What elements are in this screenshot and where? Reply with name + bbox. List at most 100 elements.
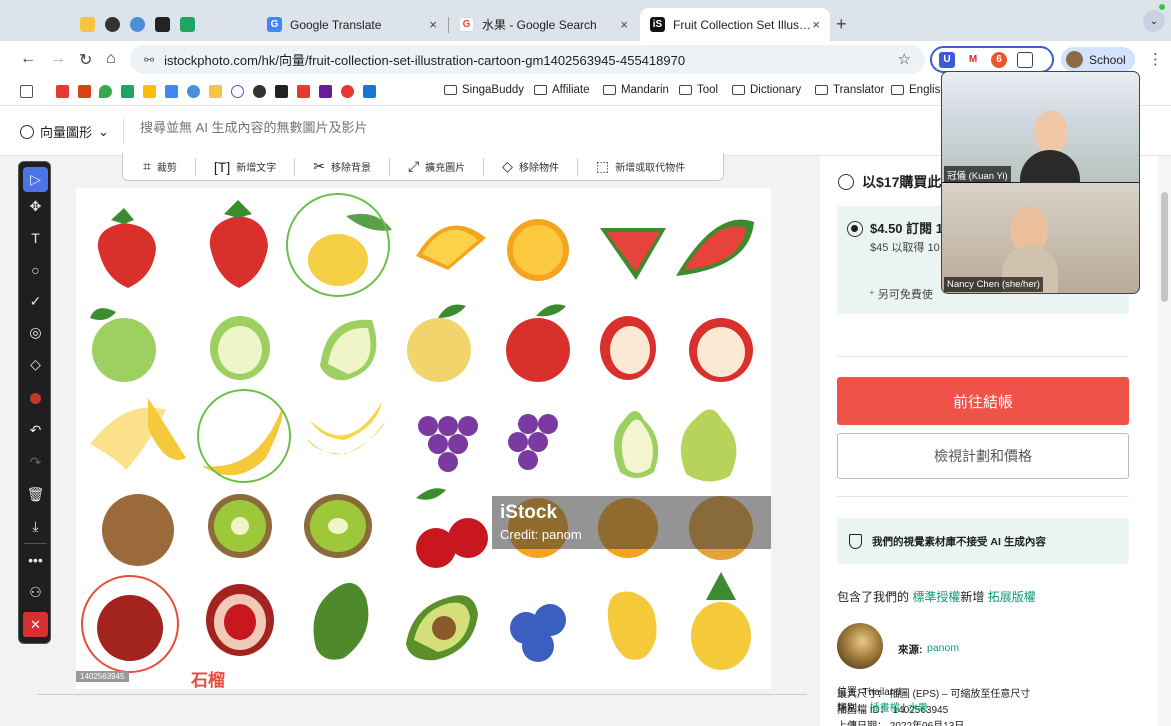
- author-link[interactable]: panom: [927, 642, 959, 654]
- category-link[interactable]: 插畫檔: [870, 703, 900, 714]
- scrollbar-thumb[interactable]: [1161, 192, 1168, 302]
- menu-icon[interactable]: ⋮: [1148, 50, 1163, 68]
- remove-background-button[interactable]: ✂ 移除背景: [313, 158, 371, 175]
- red-apple-half-fruit: [600, 316, 656, 380]
- source-label: 來源:: [898, 644, 923, 656]
- tab-google-search[interactable]: G 水果 - Google Search ×: [449, 8, 638, 41]
- bookmark-folder[interactable]: Dictionary: [732, 84, 801, 96]
- bookmark-folder[interactable]: SingaBuddy: [444, 84, 524, 96]
- bookmark-icon[interactable]: [319, 85, 332, 98]
- bookmark-icon[interactable]: [187, 85, 200, 98]
- close-icon[interactable]: ×: [429, 17, 437, 32]
- banana-bunch-fruit: [306, 402, 386, 455]
- drive-icon[interactable]: [121, 85, 134, 98]
- search-input[interactable]: [140, 120, 700, 135]
- bookmark-folder[interactable]: Translator: [815, 84, 884, 96]
- bookmark-icon[interactable]: [143, 85, 156, 98]
- bitwarden-icon[interactable]: U: [939, 51, 955, 68]
- strawberry-fruit: [209, 200, 268, 288]
- download-icon[interactable]: ⤓: [23, 514, 48, 539]
- video-call-overlay[interactable]: 冠儀 (Kuan Yi) Nancy Chen (she/her): [941, 71, 1140, 294]
- site-info-icon[interactable]: ⚯: [144, 53, 154, 67]
- crop-button[interactable]: ⌗ 裁剪: [143, 158, 177, 175]
- back-icon[interactable]: ←: [20, 50, 36, 68]
- fruit-illustration: 1402563945 iStock Credit: panom 石榴: [76, 188, 771, 690]
- asset-type-select[interactable]: 向量圖形 ⌄: [20, 122, 109, 141]
- scissors-icon: ✂: [313, 158, 325, 174]
- circle-icon[interactable]: ○: [23, 257, 48, 282]
- new-tab-button[interactable]: +: [836, 14, 847, 35]
- author-avatar[interactable]: [837, 623, 883, 669]
- add-text-button[interactable]: [T] 新增文字: [214, 159, 276, 175]
- bookmark-folder[interactable]: Tool: [679, 84, 718, 96]
- forward-icon[interactable]: →: [50, 50, 66, 68]
- youtube-icon[interactable]: [56, 85, 69, 98]
- purple-grapes-fruit: [418, 416, 478, 472]
- bookmark-folder[interactable]: Mandarin: [603, 84, 669, 96]
- eraser-icon[interactable]: ◇: [23, 352, 48, 377]
- google-icon: G: [459, 17, 474, 32]
- tab-search-button[interactable]: ⌄: [1143, 10, 1165, 32]
- user-icon[interactable]: ⚇: [23, 580, 48, 605]
- bookmark-icon[interactable]: [253, 85, 266, 98]
- tab-google-translate[interactable]: G Google Translate ×: [257, 8, 447, 41]
- participant-name: 冠儀 (Kuan Yi): [944, 166, 1011, 184]
- bookmark-star-icon[interactable]: ☆: [898, 50, 911, 68]
- color-picker[interactable]: [23, 386, 48, 411]
- bookmark-folder[interactable]: English: [891, 84, 947, 96]
- remove-object-button[interactable]: ◇ 移除物件: [502, 158, 559, 175]
- radio-button-selected[interactable]: [847, 221, 863, 237]
- bookmark-icon[interactable]: [275, 85, 288, 98]
- close-icon[interactable]: ×: [620, 17, 628, 32]
- spotlight-icon[interactable]: ◎: [23, 320, 48, 345]
- bookmark-icon[interactable]: [363, 85, 376, 98]
- checkout-button[interactable]: 前往結帳: [837, 377, 1129, 425]
- expand-image-button[interactable]: ⤢ 擴充圖片: [408, 158, 465, 175]
- view-plans-button[interactable]: 檢視計劃和價格: [837, 433, 1129, 479]
- address-bar[interactable]: ⚯ istockphoto.com/hk/向量/fruit-collection…: [130, 45, 925, 74]
- bookmark-icon[interactable]: [78, 85, 91, 98]
- bookmark-icon[interactable]: [341, 85, 354, 98]
- radio-button[interactable]: [838, 174, 854, 190]
- translate-icon[interactable]: [165, 85, 178, 98]
- home-icon[interactable]: ⌂: [106, 50, 116, 68]
- apps-icon[interactable]: [20, 85, 33, 98]
- bookmark-icon[interactable]: [297, 85, 310, 98]
- undo-icon[interactable]: ↶: [23, 418, 48, 443]
- pinned-tab-icon[interactable]: [155, 16, 170, 32]
- category-link[interactable]: 水果: [908, 703, 928, 714]
- text-tool-icon[interactable]: T: [23, 225, 48, 250]
- redo-icon[interactable]: ↷: [23, 450, 48, 475]
- close-icon[interactable]: ×: [812, 17, 820, 32]
- drive-icon[interactable]: [180, 16, 195, 32]
- extended-license-link[interactable]: 拓展版權: [988, 590, 1036, 604]
- page-scrollbar[interactable]: [1158, 156, 1171, 726]
- move-icon[interactable]: ✥: [23, 194, 48, 219]
- search-icon[interactable]: [231, 85, 244, 98]
- vector-icon: [20, 124, 34, 139]
- bookmark-folder[interactable]: Affiliate: [534, 84, 590, 96]
- watermelon-slice-fruit: [676, 219, 754, 276]
- maps-icon[interactable]: [99, 85, 112, 98]
- tab-istock[interactable]: iS Fruit Collection Set Illustration ×: [640, 8, 830, 41]
- standard-license-link[interactable]: 標準授權: [912, 590, 960, 604]
- bookmark-icon[interactable]: [209, 85, 222, 98]
- folder-icon: [891, 85, 904, 95]
- puzzle-icon[interactable]: [1017, 51, 1033, 68]
- pointer-icon[interactable]: ▷: [23, 167, 48, 192]
- replace-object-button[interactable]: ⬚ 新增或取代物件: [596, 158, 685, 175]
- participant-face: [1034, 110, 1068, 154]
- pinned-tab-icon[interactable]: [80, 16, 95, 32]
- trash-icon[interactable]: 🗑: [23, 482, 48, 507]
- pinned-tab-icon[interactable]: [130, 16, 145, 32]
- profile-button[interactable]: School: [1061, 47, 1135, 72]
- extension-icon[interactable]: 6: [991, 51, 1007, 68]
- check-icon[interactable]: ✓: [23, 289, 48, 314]
- extensions-group: U M 6: [930, 46, 1054, 73]
- pinned-tab-icon[interactable]: [105, 16, 120, 32]
- reload-icon[interactable]: ↻: [79, 50, 92, 70]
- folder-icon: [603, 85, 616, 95]
- gmail-icon[interactable]: M: [965, 51, 981, 68]
- more-icon[interactable]: •••: [23, 547, 48, 572]
- close-icon[interactable]: ✕: [23, 612, 48, 637]
